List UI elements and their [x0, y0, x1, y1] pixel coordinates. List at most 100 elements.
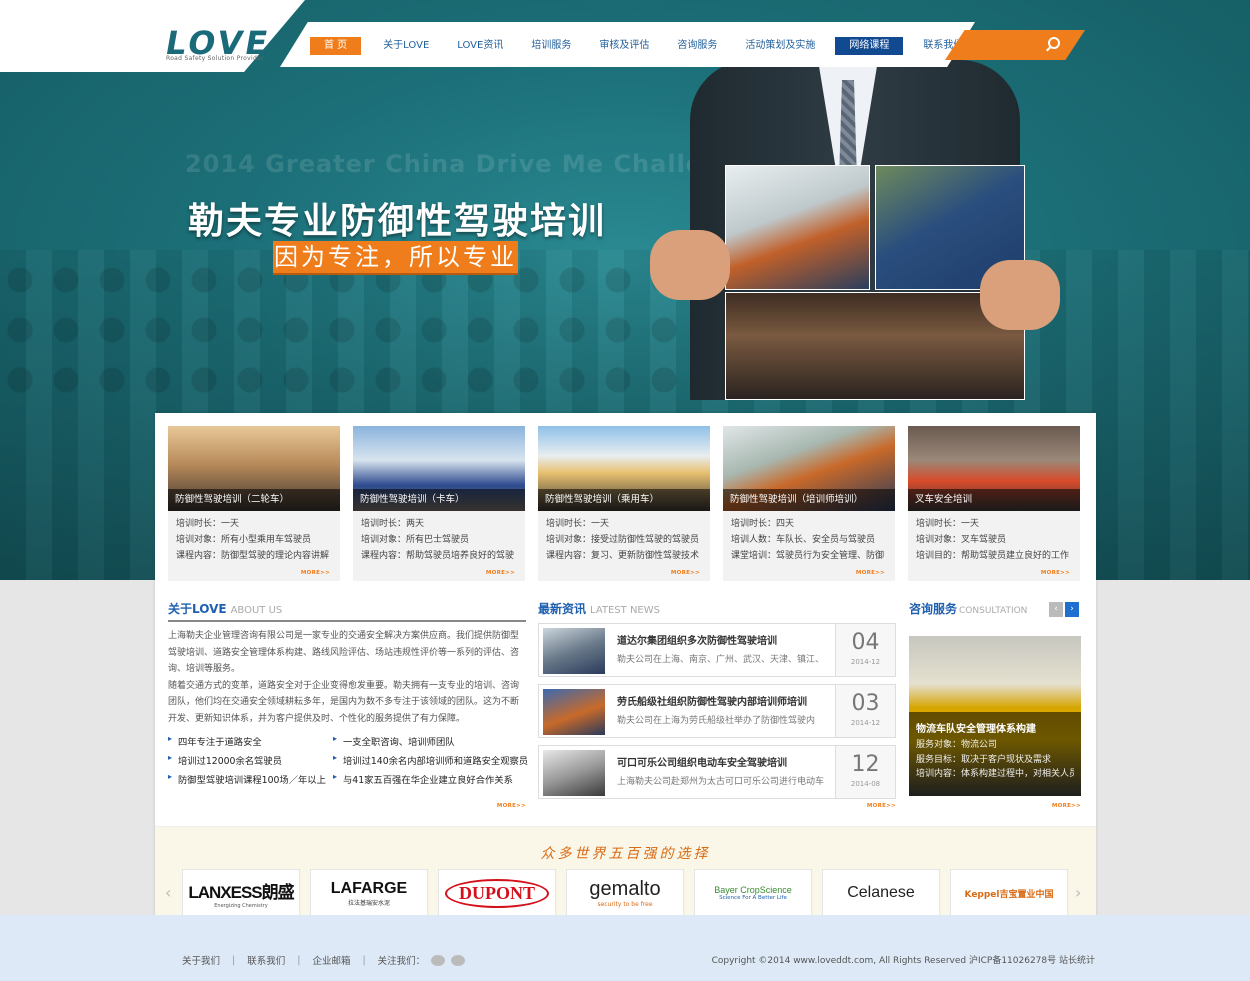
nav-item-training[interactable]: 培训服务 [517, 37, 585, 55]
divider [168, 620, 526, 622]
partner-logo-keppel[interactable]: Keppel吉宝置业中国 [950, 869, 1068, 917]
card-line: 课程内容：防御型驾驶的理论内容讲解 [176, 551, 330, 561]
news-thumbnail [543, 750, 605, 796]
news-item[interactable]: 劳氏船级社组织防御性驾驶内部培训师培训 勒夫公司在上海为劳氏船级社举办了防御性驾… [538, 684, 896, 738]
card-line: 培训人数：车队长、安全员与驾驶员 [731, 535, 876, 545]
consult-image[interactable]: 物流车队安全管理体系构建 服务对象：物流公司 服务目标：取决于客户现状及需求 培… [909, 636, 1081, 796]
right-hand [980, 260, 1060, 330]
partner-logo-celanese[interactable]: Celanese [822, 869, 940, 917]
partner-sub: 拉法基瑞安水泥 [347, 899, 390, 907]
news-item-desc: 勒夫公司在上海为劳氏船级社举办了防御性驾驶内 [617, 716, 816, 726]
news-item-title[interactable]: 道达尔集团组织多次防御性驾驶培训 [617, 632, 777, 647]
next-arrow-icon[interactable]: › [1065, 602, 1079, 617]
training-card-motorcycle[interactable]: 防御性驾驶培训（二轮车） 培训时长：一天 培训对象：所有小型乘用车驾驶员 课程内… [168, 426, 340, 581]
hero-subtitle: 因为专注，所以专业 [273, 241, 518, 273]
consult-heading: 咨询服务 CONSULTATION [909, 600, 1027, 618]
news-item[interactable]: 道达尔集团组织多次防御性驾驶培训 勒夫公司在上海、南京、广州、武汉、天津、镇江、… [538, 623, 896, 677]
partner-logo-lanxess[interactable]: LANXESS朗盛 Energizing Chemistry [182, 869, 300, 917]
training-card-truck[interactable]: 防御性驾驶培训（卡车） 培训时长：两天 培训对象：所有巴士驾驶员 课程内容：帮助… [353, 426, 525, 581]
news-title-en: LATEST NEWS [590, 605, 660, 616]
more-link[interactable]: MORE>> [486, 570, 515, 576]
partner-name: Celanese [847, 884, 915, 901]
more-link[interactable]: MORE>> [497, 803, 526, 809]
training-card-trainer[interactable]: 防御性驾驶培训（培训师培训） 培训时长：四天 培训人数：车队长、安全员与驾驶员 … [723, 426, 895, 581]
nav-item-audit[interactable]: 审核及评估 [585, 37, 663, 55]
content-panel: 防御性驾驶培训（二轮车） 培训时长：一天 培训对象：所有小型乘用车驾驶员 课程内… [155, 413, 1096, 940]
card-line: 课程内容：复习、更新防御性驾驶技术 [546, 551, 700, 561]
partner-logo-lafarge[interactable]: LAFARGE 拉法基瑞安水泥 [310, 869, 428, 917]
partners-prev-icon[interactable]: ‹ [165, 883, 171, 902]
about-heading: 关于LOVE ABOUT US [168, 600, 282, 618]
consult-item-line: 培训内容：体系构建过程中，对相关人员 [916, 769, 1074, 779]
partner-name: LANXESS朗盛 [188, 882, 294, 902]
training-card-forklift[interactable]: 叉车安全培训 培训时长：一天 培训对象：叉车驾驶员 培训目的：帮助驾驶员建立良好… [908, 426, 1080, 581]
news-item-title[interactable]: 可口可乐公司组织电动车安全驾驶培训 [617, 754, 787, 769]
partner-name: LAFARGE [330, 879, 408, 897]
nav-item-home[interactable]: 首 页 [310, 37, 362, 55]
news-item[interactable]: 可口可乐公司组织电动车安全驾驶培训 上海勒夫公司赴郑州为太古可口可乐公司进行电动… [538, 745, 896, 799]
partner-logo-gemalto[interactable]: gemalto security to be free [566, 869, 684, 917]
more-link[interactable]: MORE>> [301, 570, 330, 576]
partner-name: DUPONT [445, 878, 549, 908]
footer-link-contact[interactable]: 联系我们 [247, 953, 285, 967]
highlight-item: 一支全职咨询、培训师团队 [333, 734, 523, 748]
wechat-icon[interactable] [451, 954, 466, 966]
news-year-month: 2014-12 [850, 658, 881, 666]
card-line: 课程内容：帮助驾驶员培养良好的驾驶 [361, 551, 515, 561]
partner-sub: Energizing Chemistry [214, 902, 268, 909]
card-line: 培训对象：叉车驾驶员 [916, 535, 1007, 545]
partner-sub: Science For A Better Life [719, 895, 787, 901]
weibo-icon[interactable] [431, 954, 446, 966]
card-line: 培训时长：两天 [361, 519, 425, 529]
prev-arrow-icon[interactable]: ‹ [1049, 602, 1063, 617]
consult-overlay: 物流车队安全管理体系构建 服务对象：物流公司 服务目标：取决于客户现状及需求 培… [909, 712, 1081, 796]
more-link[interactable]: MORE>> [856, 570, 885, 576]
partner-sub: security to be free [597, 901, 653, 908]
training-card-car[interactable]: 防御性驾驶培训（乘用车） 培训时长：一天 培训对象：接受过防御性驾驶的驾驶员 课… [538, 426, 710, 581]
about-title-en: ABOUT US [230, 605, 283, 616]
nav-item-news[interactable]: LOVE资讯 [443, 37, 517, 55]
nav-item-consulting[interactable]: 咨询服务 [663, 37, 731, 55]
crowd-heads [0, 260, 720, 410]
card-line: 培训时长：一天 [546, 519, 610, 529]
more-link[interactable]: MORE>> [1041, 570, 1070, 576]
footer-links: 关于我们 | 联系我们 | 企业邮箱 | 关注我们： [182, 953, 466, 967]
consult-title: 咨询服务 [909, 602, 958, 616]
partner-name: Bayer CropScience [714, 885, 792, 895]
card-image: 防御性驾驶培训（二轮车） [168, 426, 340, 511]
about-highlights: 四年专注于道路安全 一支全职咨询、培训师团队 培训过12000余名驾驶员 培训过… [168, 734, 528, 786]
more-link[interactable]: MORE>> [867, 803, 896, 809]
footer-follow-label: 关注我们： [377, 956, 426, 967]
footer-link-about[interactable]: 关于我们 [182, 953, 220, 967]
footer [0, 915, 1250, 981]
highlight-item: 培训过12000余名驾驶员 [168, 753, 328, 767]
about-paragraph: 随着交通方式的变革，道路安全对于企业变得愈发重要。勒夫拥有一支专业的培训、咨询团… [168, 680, 520, 724]
partner-logo-bayer[interactable]: Bayer CropScience Science For A Better L… [694, 869, 812, 917]
card-caption: 防御性驾驶培训（乘用车） [538, 489, 710, 511]
more-link[interactable]: MORE>> [671, 570, 700, 576]
separator: | [362, 954, 366, 966]
partners-next-icon[interactable]: › [1075, 883, 1081, 902]
more-link[interactable]: MORE>> [1052, 803, 1081, 809]
footer-link-email[interactable]: 企业邮箱 [312, 953, 350, 967]
photo-classroom [725, 165, 870, 290]
partner-logo-dupont[interactable]: DUPONT [438, 869, 556, 917]
consult-item-line: 服务目标：取决于客户现状及需求 [916, 754, 1052, 765]
news-item-title[interactable]: 劳氏船级社组织防御性驾驶内部培训师培训 [617, 693, 807, 708]
search-icon[interactable] [1048, 37, 1060, 49]
news-title: 最新资讯 [538, 602, 587, 616]
nav-item-events[interactable]: 活动策划及实施 [731, 37, 829, 55]
news-year-month: 2014-12 [850, 719, 881, 727]
news-item-desc: 上海勒夫公司赴郑州为太古可口可乐公司进行电动车 [617, 777, 825, 787]
news-year-month: 2014-08 [850, 780, 881, 788]
main-nav: 首 页 关于LOVE LOVE资讯 培训服务 审核及评估 咨询服务 活动策划及实… [310, 36, 977, 56]
card-image: 防御性驾驶培训（乘用车） [538, 426, 710, 511]
partner-name: Keppel吉宝置业中国 [964, 889, 1054, 900]
separator: | [232, 954, 236, 966]
news-item-desc: 勒夫公司在上海、南京、广州、武汉、天津、镇江、 [617, 655, 825, 665]
news-day: 04 [851, 630, 880, 655]
consult-title-en: CONSULTATION [959, 606, 1028, 616]
nav-item-online-course[interactable]: 网络课程 [835, 37, 904, 55]
nav-item-about[interactable]: 关于LOVE [369, 37, 443, 55]
search-bar[interactable] [945, 30, 1085, 60]
